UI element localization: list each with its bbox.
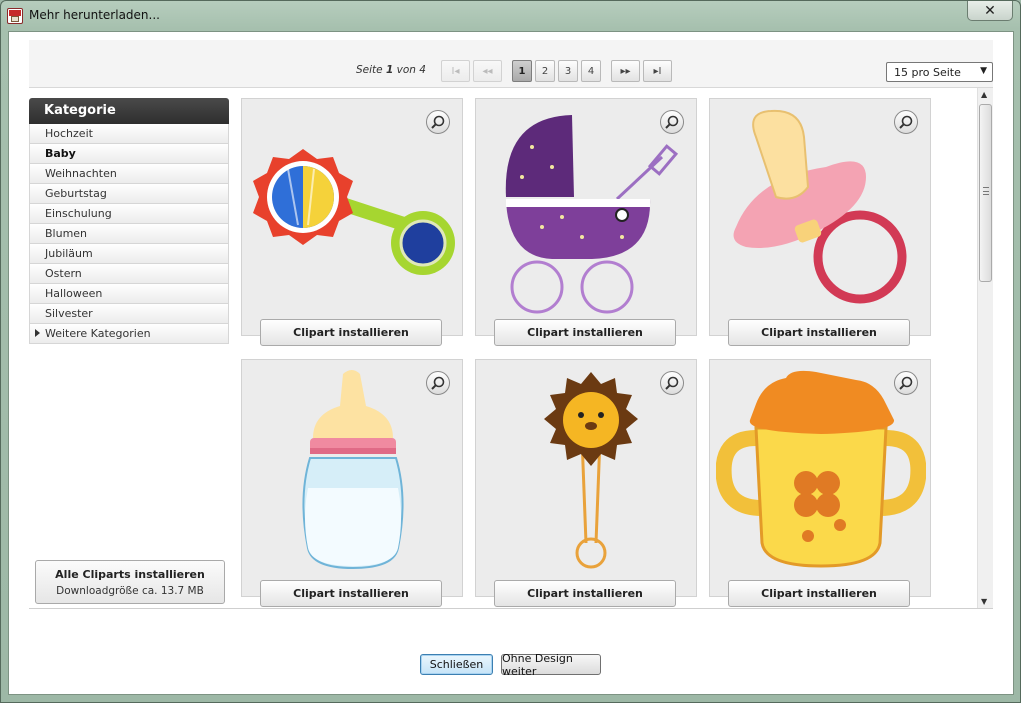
category-header: Kategorie — [29, 98, 229, 124]
install-clipart-button[interactable]: Clipart installieren — [728, 580, 910, 607]
per-page-value: 15 pro Seite — [894, 66, 961, 79]
install-clipart-button[interactable]: Clipart installieren — [260, 319, 442, 346]
clipart-card — [709, 98, 931, 336]
category-item-more[interactable]: Weitere Kategorien — [29, 324, 229, 344]
scroll-down-icon[interactable]: ▼ — [981, 597, 987, 606]
pagination-bar: Seite 1 von 4 I◂ ◂◂ 1 2 3 4 ▸▸ ▸I 15 pro… — [29, 40, 993, 88]
magnifier-icon — [665, 376, 679, 390]
category-item-blumen[interactable]: Blumen — [29, 224, 229, 244]
expand-triangle-icon — [35, 329, 40, 337]
category-item-halloween[interactable]: Halloween — [29, 284, 229, 304]
close-icon: ✕ — [984, 2, 996, 19]
dialog-content: Seite 1 von 4 I◂ ◂◂ 1 2 3 4 ▸▸ ▸I 15 pro… — [8, 31, 1014, 695]
clipart-card — [241, 98, 463, 336]
sippy-cup-icon — [716, 370, 926, 568]
page-prefix: Seite — [356, 64, 383, 76]
zoom-button[interactable] — [426, 371, 450, 395]
category-item-einschulung[interactable]: Einschulung — [29, 204, 229, 224]
category-item-jubilaeum[interactable]: Jubiläum — [29, 244, 229, 264]
page-total: 4 — [419, 64, 426, 76]
dialog-window: Mehr herunterladen... ✕ Seite 1 von 4 I◂… — [0, 0, 1021, 703]
install-clipart-button[interactable]: Clipart installieren — [728, 319, 910, 346]
magnifier-icon — [665, 115, 679, 129]
scroll-up-icon[interactable]: ▲ — [981, 90, 987, 99]
download-size-label: Downloadgröße ca. 13.7 MB — [56, 585, 204, 597]
prev-page-button[interactable]: ◂◂ — [473, 60, 502, 82]
clipart-grid: Clipart installieren Clipart installiere… — [241, 98, 977, 608]
install-clipart-button[interactable]: Clipart installieren — [494, 580, 676, 607]
category-more-label: Weitere Kategorien — [45, 327, 151, 340]
magnifier-icon — [899, 376, 913, 390]
clipart-card — [475, 98, 697, 336]
last-page-button[interactable]: ▸I — [643, 60, 672, 82]
divider — [29, 608, 993, 609]
per-page-select[interactable]: 15 pro Seite ▼ — [886, 62, 993, 82]
clipart-card — [709, 359, 931, 597]
window-title: Mehr herunterladen... — [29, 8, 160, 22]
category-item-weihnachten[interactable]: Weihnachten — [29, 164, 229, 184]
page-indicator: Seite 1 von 4 — [356, 64, 426, 76]
clipart-card — [241, 359, 463, 597]
first-page-button[interactable]: I◂ — [441, 60, 470, 82]
vertical-scrollbar[interactable]: ▲ ▼ — [977, 88, 993, 608]
chevron-down-icon: ▼ — [980, 66, 987, 76]
page-button-3[interactable]: 3 — [558, 60, 578, 82]
clipart-card — [475, 359, 697, 597]
category-item-hochzeit[interactable]: Hochzeit — [29, 124, 229, 144]
install-all-button[interactable]: Alle Cliparts installieren Downloadgröße… — [35, 560, 225, 604]
page-button-2[interactable]: 2 — [535, 60, 555, 82]
zoom-button[interactable] — [426, 110, 450, 134]
page-button-4[interactable]: 4 — [581, 60, 601, 82]
magnifier-icon — [431, 376, 445, 390]
baby-rattle-icon — [253, 149, 455, 275]
pacifier-icon — [733, 109, 907, 304]
baby-bottle-icon — [302, 370, 404, 570]
page-of: von — [396, 64, 416, 76]
next-page-button[interactable]: ▸▸ — [611, 60, 640, 82]
category-item-baby[interactable]: Baby — [29, 144, 229, 164]
category-item-ostern[interactable]: Ostern — [29, 264, 229, 284]
install-clipart-button[interactable]: Clipart installieren — [260, 580, 442, 607]
category-item-geburtstag[interactable]: Geburtstag — [29, 184, 229, 204]
baby-stroller-icon — [505, 115, 679, 314]
scroll-thumb[interactable] — [979, 104, 992, 282]
close-button[interactable]: Schließen — [420, 654, 493, 675]
install-all-label: Alle Cliparts installieren — [55, 568, 205, 581]
title-bar[interactable]: Mehr herunterladen... ✕ — [1, 1, 1020, 31]
zoom-button[interactable] — [894, 110, 918, 134]
current-page: 1 — [385, 64, 394, 76]
magnifier-icon — [431, 115, 445, 129]
app-icon — [7, 8, 23, 24]
category-sidebar: Kategorie Hochzeit Baby Weihnachten Gebu… — [29, 98, 229, 344]
zoom-button[interactable] — [660, 110, 684, 134]
zoom-button[interactable] — [660, 371, 684, 395]
page-button-1[interactable]: 1 — [512, 60, 532, 82]
close-window-button[interactable]: ✕ — [967, 1, 1013, 21]
install-clipart-button[interactable]: Clipart installieren — [494, 319, 676, 346]
continue-without-design-button[interactable]: Ohne Design weiter — [501, 652, 601, 678]
lion-safety-pin-icon — [544, 372, 638, 569]
category-item-silvester[interactable]: Silvester — [29, 304, 229, 324]
zoom-button[interactable] — [894, 371, 918, 395]
magnifier-icon — [899, 115, 913, 129]
